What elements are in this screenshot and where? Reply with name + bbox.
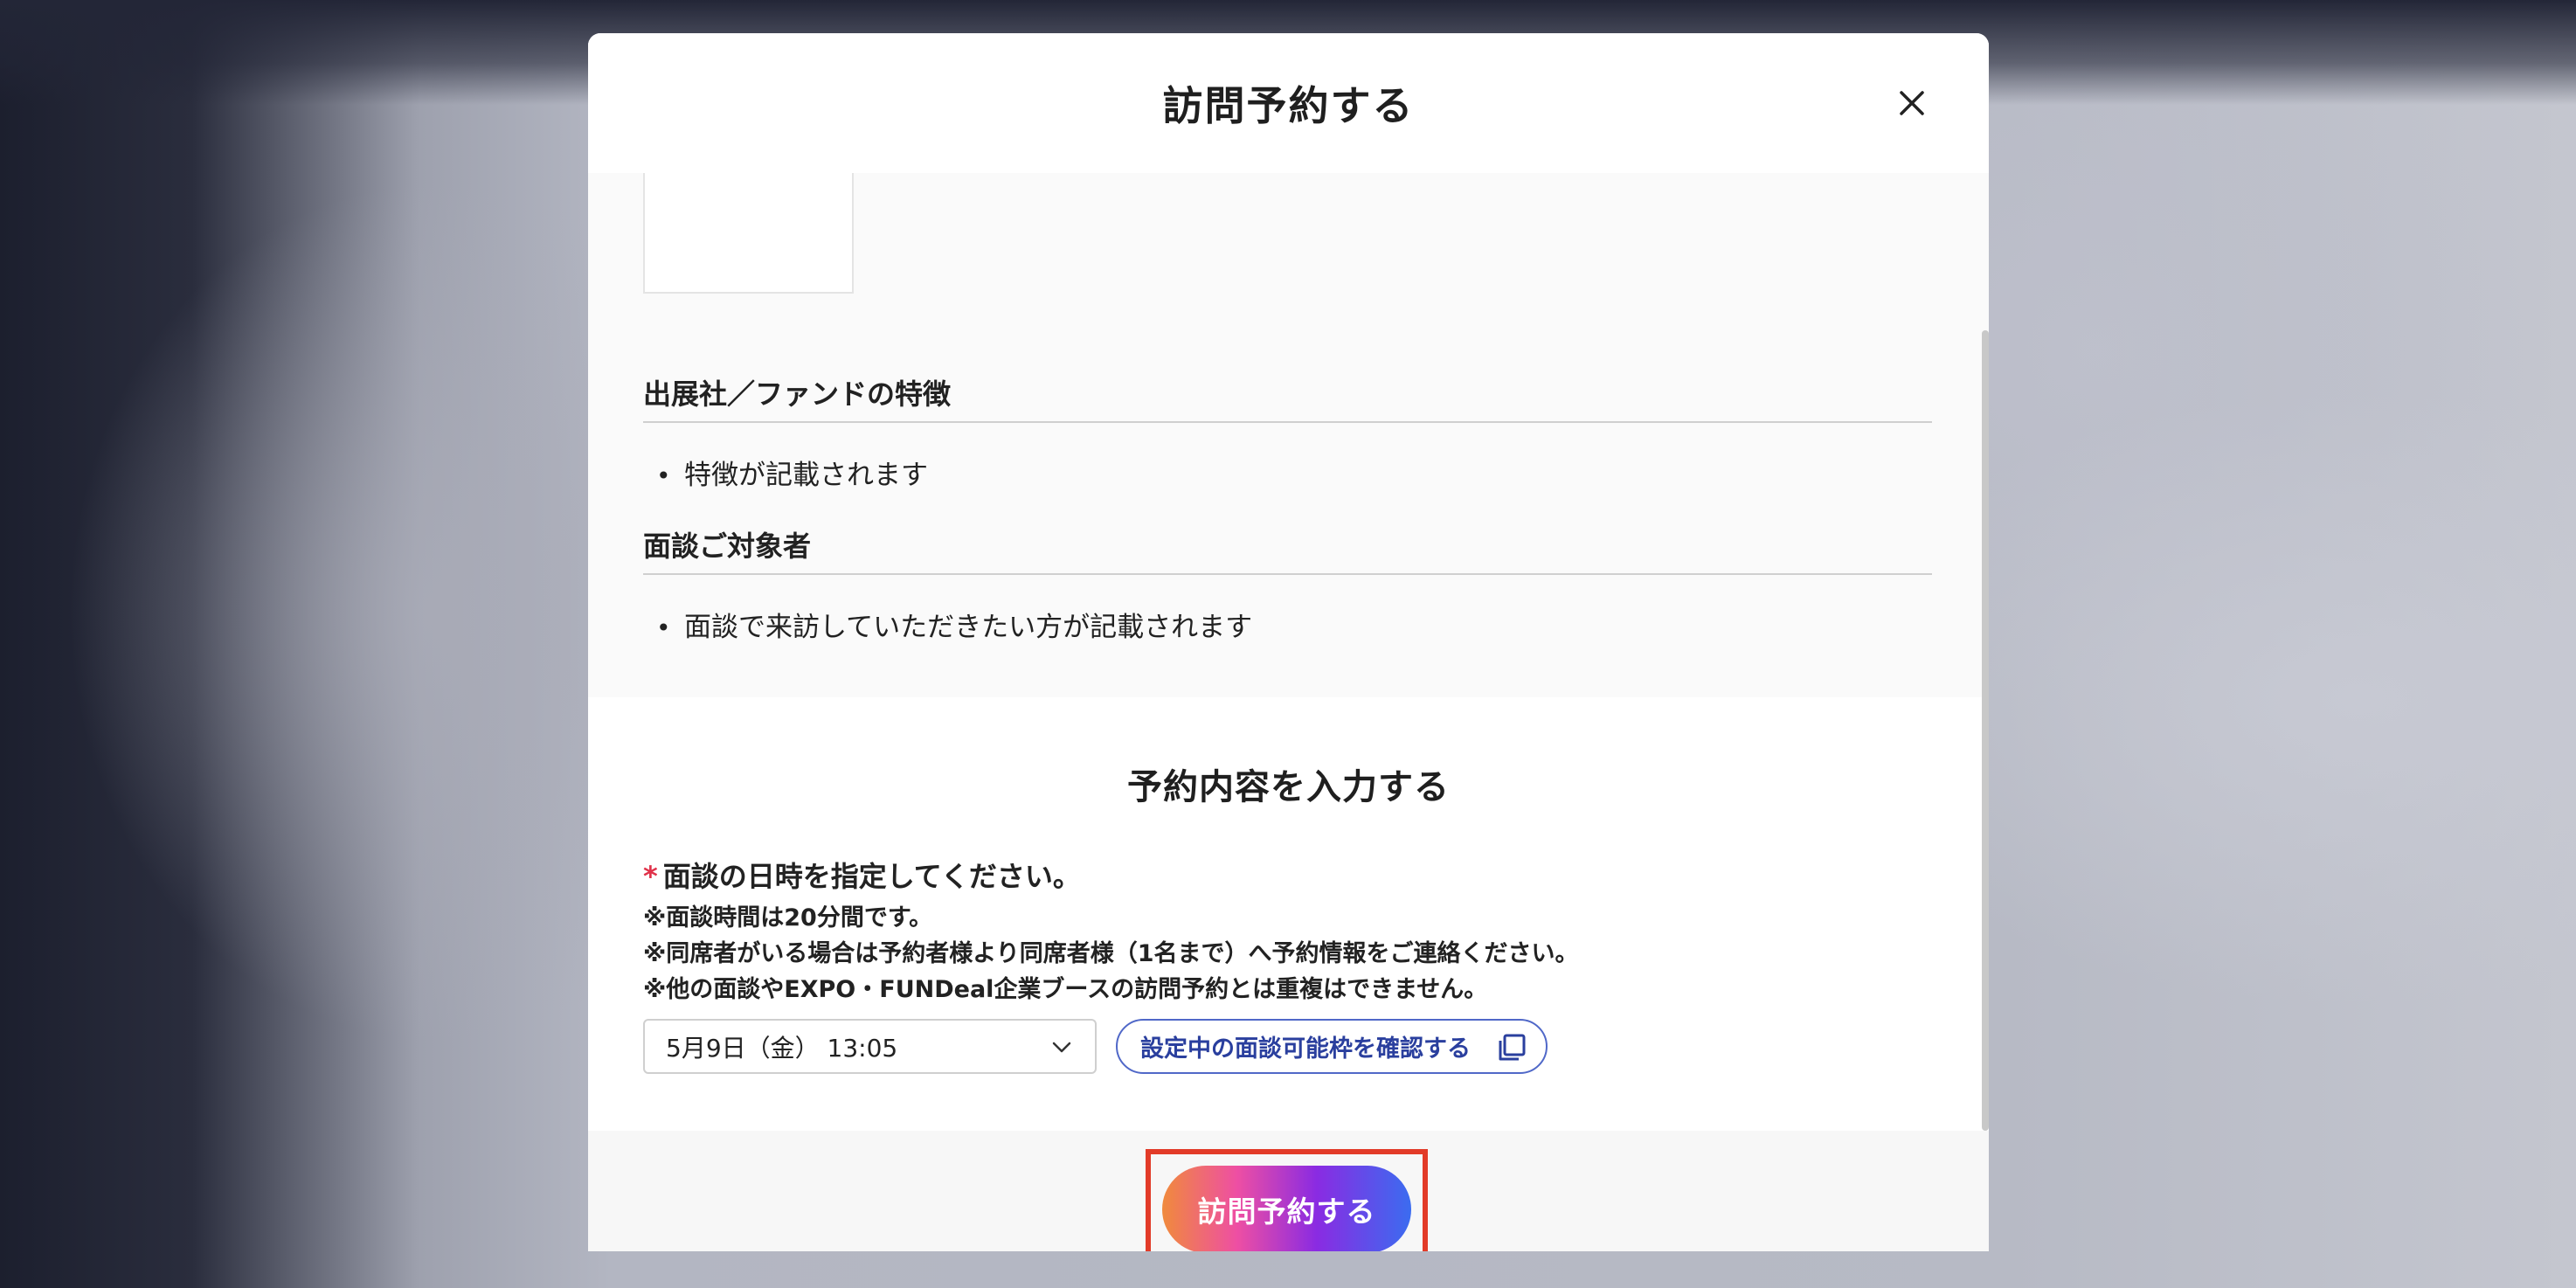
datetime-select[interactable]: 5月9日（金） 13:05 bbox=[643, 1019, 1097, 1074]
note-no-overlap: ※他の面談やEXPO・FUNDeal企業ブースの訪問予約とは重複はできません。 bbox=[643, 976, 1488, 1003]
chevron-down-icon bbox=[1052, 1042, 1071, 1053]
required-mark: * bbox=[643, 860, 658, 893]
datetime-selected-value: 5月9日（金） 13:05 bbox=[666, 1033, 898, 1063]
target-list-item: 面談で来訪していただきたい方が記載されます bbox=[656, 605, 1252, 644]
modal-title: 訪問予約する bbox=[1162, 82, 1415, 129]
copy-icon bbox=[1499, 1034, 1526, 1061]
divider bbox=[643, 421, 1932, 423]
modal-footer: 訪問予約する bbox=[588, 1131, 1989, 1251]
features-heading: 出展社／ファンドの特徴 bbox=[643, 377, 952, 411]
exhibitor-logo bbox=[643, 173, 854, 294]
booking-modal: 訪問予約する 出展社／ファンドの特徴 特徴が記載されます 面談ご対象者 面談で来… bbox=[588, 33, 1989, 1251]
modal-body[interactable]: 出展社／ファンドの特徴 特徴が記載されます 面談ご対象者 面談で来訪していただき… bbox=[588, 173, 1989, 1131]
confirm-slots-label: 設定中の面談可能枠を確認する bbox=[1140, 1035, 1471, 1063]
submit-booking-button[interactable]: 訪問予約する bbox=[1162, 1166, 1411, 1251]
note-duration: ※面談時間は20分間です。 bbox=[643, 904, 933, 931]
scrollbar[interactable] bbox=[1982, 330, 1989, 1131]
confirm-slots-button[interactable]: 設定中の面談可能枠を確認する bbox=[1116, 1019, 1548, 1074]
close-icon bbox=[1900, 91, 1924, 115]
datetime-label: * 面談の日時を指定してください。 bbox=[643, 855, 1081, 895]
features-list-item: 特徴が記載されます bbox=[656, 453, 928, 492]
datetime-label-text: 面談の日時を指定してください。 bbox=[662, 860, 1081, 893]
modal-header: 訪問予約する bbox=[588, 33, 1989, 173]
target-heading: 面談ご対象者 bbox=[643, 530, 812, 563]
note-companion: ※同席者がいる場合は予約者様より同席者様（1名まで）へ予約情報をご連絡ください。 bbox=[643, 940, 1579, 967]
exhibitor-info: 出展社／ファンドの特徴 特徴が記載されます 面談ご対象者 面談で来訪していただき… bbox=[588, 173, 1989, 697]
form-title: 予約内容を入力する bbox=[1127, 767, 1450, 807]
close-button[interactable] bbox=[1894, 86, 1929, 121]
divider bbox=[643, 573, 1932, 575]
